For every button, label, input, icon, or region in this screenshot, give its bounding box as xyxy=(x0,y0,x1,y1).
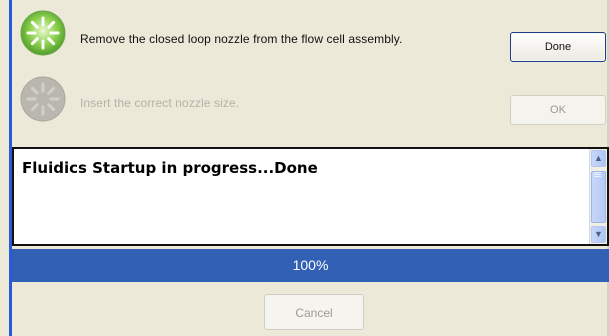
done-button[interactable]: Done xyxy=(510,32,606,62)
inactive-spinner-icon xyxy=(20,76,66,122)
scroll-down-arrow-icon[interactable]: ▼ xyxy=(591,226,606,243)
progress-bar: 100% xyxy=(12,249,609,282)
step-insert-nozzle: Insert the correct nozzle size. OK xyxy=(14,68,609,132)
step-instruction-text: Remove the closed loop nozzle from the f… xyxy=(80,32,403,46)
active-spinner-icon xyxy=(20,10,66,56)
scrollbar-thumb[interactable] xyxy=(591,171,606,223)
status-log-textbox[interactable]: Fluidics Startup in progress...Done ▲ ▼ xyxy=(12,147,609,246)
scrollbar-grip-icon xyxy=(594,172,601,173)
scroll-up-arrow-icon[interactable]: ▲ xyxy=(591,150,606,167)
progress-percent-label: 100% xyxy=(292,257,329,273)
step-remove-nozzle: Remove the closed loop nozzle from the f… xyxy=(14,2,609,66)
status-log-text: Fluidics Startup in progress...Done xyxy=(22,159,318,177)
cancel-button[interactable]: Cancel xyxy=(264,294,364,330)
vertical-scrollbar[interactable]: ▲ ▼ xyxy=(589,149,607,244)
step-instruction-text-disabled: Insert the correct nozzle size. xyxy=(80,96,240,110)
ok-button[interactable]: OK xyxy=(510,95,606,125)
